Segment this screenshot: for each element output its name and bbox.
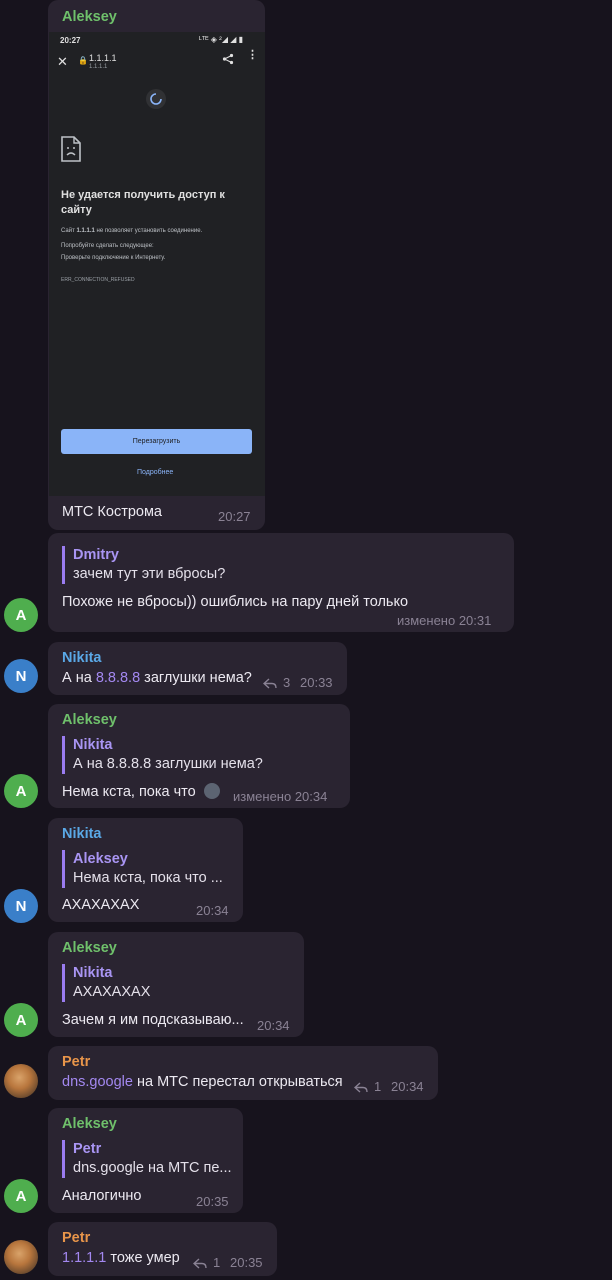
replies-counter[interactable]: 3: [262, 675, 291, 690]
lock-icon: 🔒: [78, 56, 88, 65]
message-text: dns.google на МТС перестал открываться: [62, 1074, 343, 1090]
error-code: ERR_CONNECTION_REFUSED: [61, 277, 135, 283]
sender-name[interactable]: Petr: [62, 1230, 90, 1246]
reply-quote[interactable]: Nikita АХАХАХАХ: [62, 964, 150, 1002]
sender-name[interactable]: Nikita: [62, 650, 102, 666]
details-link: Подробнее: [137, 469, 174, 476]
loading-spinner-icon: [146, 89, 166, 109]
error-title-line2: сайту: [61, 204, 92, 216]
emoji-icon: [203, 783, 220, 799]
quote-text: А на 8.8.8.8 заглушки нема?: [73, 756, 263, 772]
text-prefix: А на: [62, 670, 96, 686]
message-text: Похоже не вбросы)) ошиблись на пару дней…: [62, 594, 409, 610]
message-text-content: Нема кста, пока что: [62, 784, 196, 800]
text-suffix: на МТС перестал открываться: [132, 1074, 343, 1090]
quote-text: Нема кста, пока что ...: [73, 870, 223, 886]
error-desc-suffix: не позволяет установить соединение.: [94, 228, 203, 234]
ip-link[interactable]: 8.8.8.8: [96, 670, 140, 686]
message-bubble[interactable]: Aleksey Nikita АХАХАХАХ Зачем я им подск…: [48, 932, 304, 1037]
avatar[interactable]: A: [4, 1003, 38, 1037]
quote-author: Nikita: [73, 965, 113, 981]
message-bubble[interactable]: Nikita Aleksey Нема кста, пока что ... А…: [48, 818, 243, 922]
text-suffix: заглушки нема?: [140, 670, 252, 686]
reload-button: Перезагрузить: [61, 429, 252, 454]
message-bubble[interactable]: Aleksey Nikita А на 8.8.8.8 заглушки нем…: [48, 704, 350, 808]
error-title-line1: Не удается получить доступ к: [61, 189, 225, 201]
message-time: изменено 20:34: [233, 789, 328, 804]
sender-name[interactable]: Nikita: [62, 826, 102, 842]
quote-text: зачем тут эти вбросы?: [73, 566, 226, 582]
quote-author: Petr: [73, 1141, 102, 1157]
message-text: МТС Кострома: [62, 504, 162, 520]
message-time: 20:34: [257, 1018, 290, 1033]
replies-counter[interactable]: 1: [192, 1255, 221, 1270]
quote-text: dns.google на МТС пе...: [73, 1160, 232, 1176]
message-time: 20:27: [218, 509, 251, 524]
message-bubble[interactable]: Petr 1.1.1.1 тоже умер 1 20:35: [48, 1222, 277, 1276]
status-time: 20:27: [60, 36, 81, 45]
reload-button-label: Перезагрузить: [132, 438, 181, 445]
message-bubble[interactable]: Petr dns.google на МТС перестал открыват…: [48, 1046, 438, 1100]
message-time: 20:34: [391, 1079, 424, 1094]
try-label: Попробуйте сделать следующее:: [61, 243, 154, 249]
url-text: 1.1.1.1: [89, 53, 117, 63]
ip-link[interactable]: 1.1.1.1: [62, 1250, 106, 1266]
quote-text: АХАХАХАХ: [73, 984, 151, 1000]
quote-author: Dmitry: [73, 547, 119, 563]
message-time: 20:35: [230, 1255, 263, 1270]
avatar[interactable]: A: [4, 1179, 38, 1213]
sender-name[interactable]: Petr: [62, 1054, 90, 1070]
replies-count: 1: [374, 1079, 382, 1094]
reply-quote[interactable]: Aleksey Нема кста, пока что ...: [62, 850, 223, 888]
status-icons: ᴸᵀᴱ ◈ ²◢ ◢ ▮: [199, 35, 243, 44]
text-suffix: тоже умер: [106, 1250, 180, 1266]
avatar[interactable]: A: [4, 774, 38, 808]
error-desc-host: 1.1.1.1: [76, 228, 95, 234]
reply-quote[interactable]: Dmitry зачем тут эти вбросы?: [62, 546, 225, 584]
message-text: А на 8.8.8.8 заглушки нема?: [62, 670, 252, 686]
close-icon: ✕: [57, 54, 68, 69]
message-bubble[interactable]: Aleksey Petr dns.google на МТС пе... Ана…: [48, 1108, 243, 1213]
url-subtext: 1.1.1.1: [89, 64, 108, 70]
sender-name[interactable]: Aleksey: [62, 9, 117, 25]
avatar[interactable]: N: [4, 889, 38, 923]
message-text: 1.1.1.1 тоже умер: [62, 1250, 180, 1266]
reply-icon: [192, 1258, 207, 1269]
replies-count: 3: [283, 675, 291, 690]
try-item: Проверьте подключение к Интернету.: [61, 255, 166, 261]
error-desc-prefix: Сайт: [61, 228, 77, 234]
avatar-photo[interactable]: [4, 1240, 38, 1274]
sad-page-icon: [60, 136, 82, 167]
message-text: Нема кста, пока что: [62, 783, 220, 800]
quote-author: Nikita: [73, 737, 113, 753]
message-time: 20:34: [196, 903, 229, 918]
message-text: АХАХАХАХ: [62, 897, 140, 913]
sender-name[interactable]: Aleksey: [62, 940, 117, 956]
reply-quote[interactable]: Nikita А на 8.8.8.8 заглушки нема?: [62, 736, 263, 774]
message-bubble[interactable]: Dmitry зачем тут эти вбросы? Похоже не в…: [48, 533, 514, 632]
share-icon: [222, 52, 234, 70]
reply-icon: [262, 678, 277, 689]
replies-counter[interactable]: 1: [353, 1079, 382, 1094]
more-icon: ⋮: [247, 49, 258, 61]
reply-icon: [353, 1082, 368, 1093]
screenshot-image[interactable]: 20:27 ᴸᵀᴱ ◈ ²◢ ◢ ▮ ✕ 🔒 1.1.1.1 1.1.1.1 ⋮…: [49, 32, 265, 496]
quote-author: Aleksey: [73, 851, 128, 867]
reply-quote[interactable]: Petr dns.google на МТС пе...: [62, 1140, 232, 1178]
avatar-photo[interactable]: [4, 1064, 38, 1098]
message-time: 20:33: [300, 675, 333, 690]
message-text: Аналогично: [62, 1188, 142, 1204]
error-description: Сайт 1.1.1.1 не позволяет установить сое…: [61, 228, 202, 234]
message-time: изменено 20:31: [397, 613, 492, 628]
avatar[interactable]: N: [4, 659, 38, 693]
message-time: 20:35: [196, 1194, 229, 1209]
message-text: Зачем я им подсказываю...: [62, 1012, 244, 1028]
sender-name[interactable]: Aleksey: [62, 1116, 117, 1132]
sender-name[interactable]: Aleksey: [62, 712, 117, 728]
replies-count: 1: [213, 1255, 221, 1270]
message-bubble[interactable]: Nikita А на 8.8.8.8 заглушки нема? 3 20:…: [48, 642, 347, 695]
domain-link[interactable]: dns.google: [62, 1074, 133, 1090]
avatar[interactable]: A: [4, 598, 38, 632]
